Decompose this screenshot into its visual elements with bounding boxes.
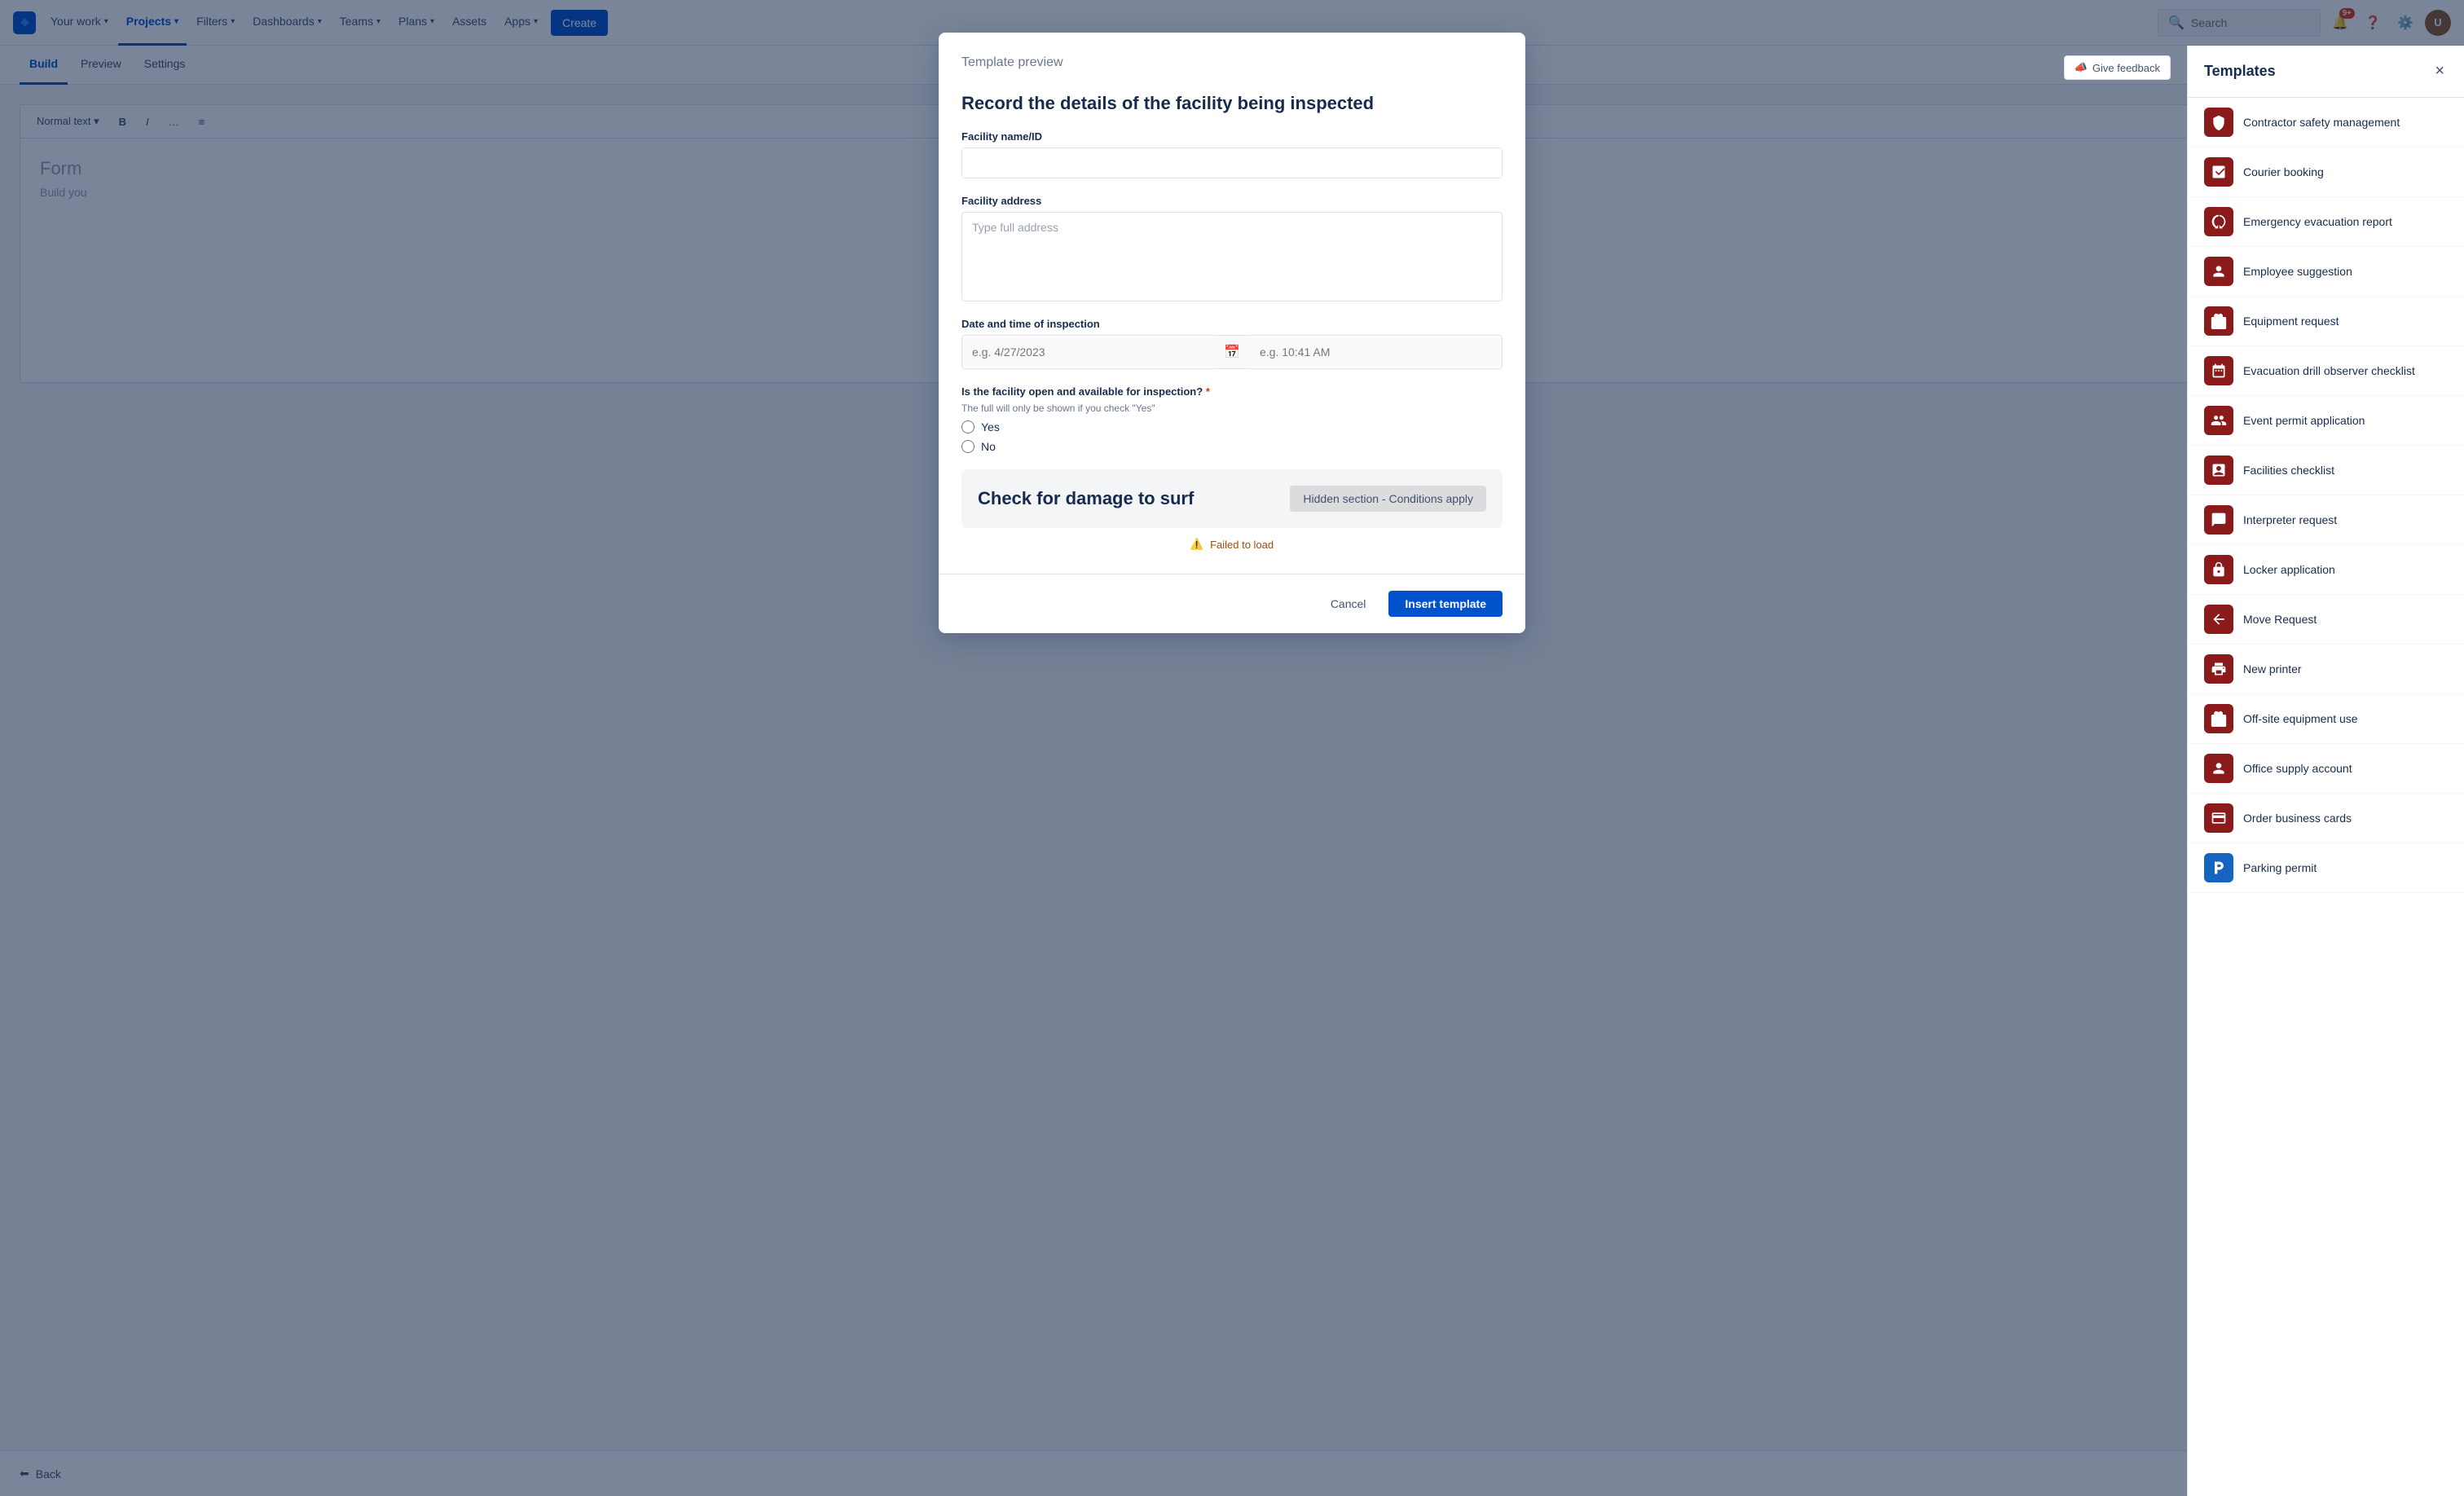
template-item-contractor-safety[interactable]: Contractor safety management	[2188, 98, 2464, 147]
datetime-row: 📅	[961, 335, 1503, 369]
modal-content: Record the details of the facility being…	[939, 93, 1525, 574]
facility-open-label: Is the facility open and available for i…	[961, 385, 1503, 398]
datetime-label: Date and time of inspection	[961, 318, 1503, 330]
template-item-new-printer[interactable]: New printer	[2188, 645, 2464, 694]
facility-address-container[interactable]: Type full address	[961, 212, 1503, 301]
required-indicator: *	[1206, 385, 1210, 398]
datetime-field: Date and time of inspection 📅	[961, 318, 1503, 369]
template-icon-evacuation-drill	[2204, 356, 2233, 385]
template-label-contractor-safety: Contractor safety management	[2243, 116, 2400, 129]
failed-load-indicator: ⚠️ Failed to load	[961, 538, 1503, 551]
template-icon-emergency-evacuation	[2204, 207, 2233, 236]
yes-radio[interactable]	[961, 420, 975, 433]
template-item-facilities-checklist[interactable]: Facilities checklist	[2188, 446, 2464, 495]
time-input[interactable]	[1250, 337, 1502, 367]
template-icon-courier-booking	[2204, 157, 2233, 187]
template-item-office-supply[interactable]: Office supply account	[2188, 744, 2464, 794]
template-icon-contractor-safety	[2204, 108, 2233, 137]
templates-header: Templates ×	[2188, 46, 2464, 98]
yes-option[interactable]: Yes	[961, 420, 1503, 433]
template-icon-off-site-equipment	[2204, 704, 2233, 733]
hidden-section: Check for damage to surf Hidden section …	[961, 469, 1503, 528]
template-icon-employee-suggestion	[2204, 257, 2233, 286]
facility-address-field: Facility address Type full address	[961, 195, 1503, 301]
templates-list: Contractor safety management Courier boo…	[2188, 98, 2464, 1496]
cancel-button[interactable]: Cancel	[1318, 591, 1379, 617]
template-preview-modal: Template preview Record the details of t…	[939, 33, 1525, 633]
template-icon-order-business-cards	[2204, 803, 2233, 833]
template-label-order-business-cards: Order business cards	[2243, 812, 2352, 825]
modal-section-title: Record the details of the facility being…	[961, 93, 1503, 114]
facility-name-label: Facility name/ID	[961, 130, 1503, 143]
facility-address-placeholder: Type full address	[972, 221, 1058, 234]
template-item-evacuation-drill[interactable]: Evacuation drill observer checklist	[2188, 346, 2464, 396]
give-feedback-button[interactable]: 📣 Give feedback	[2064, 55, 2171, 80]
template-icon-parking-permit	[2204, 853, 2233, 882]
templates-panel-title: Templates	[2204, 63, 2276, 80]
megaphone-icon: 📣	[2075, 61, 2088, 74]
no-radio[interactable]	[961, 440, 975, 453]
template-label-locker-application: Locker application	[2243, 563, 2335, 576]
template-item-order-business-cards[interactable]: Order business cards	[2188, 794, 2464, 843]
template-icon-office-supply	[2204, 754, 2233, 783]
template-icon-interpreter-request	[2204, 505, 2233, 535]
hidden-section-title: Check for damage to surf	[978, 488, 1283, 509]
template-label-interpreter-request: Interpreter request	[2243, 513, 2337, 526]
template-item-equipment-request[interactable]: Equipment request	[2188, 297, 2464, 346]
template-item-courier-booking[interactable]: Courier booking	[2188, 147, 2464, 197]
template-icon-locker-application	[2204, 555, 2233, 584]
template-label-office-supply: Office supply account	[2243, 762, 2352, 775]
no-option[interactable]: No	[961, 440, 1503, 453]
template-label-courier-booking: Courier booking	[2243, 165, 2324, 178]
date-input[interactable]	[962, 337, 1214, 367]
template-item-interpreter-request[interactable]: Interpreter request	[2188, 495, 2464, 545]
template-item-employee-suggestion[interactable]: Employee suggestion	[2188, 247, 2464, 297]
template-icon-new-printer	[2204, 654, 2233, 684]
template-label-move-request: Move Request	[2243, 613, 2317, 626]
templates-panel: Templates × Contractor safety management…	[2187, 46, 2464, 1496]
template-item-move-request[interactable]: Move Request	[2188, 595, 2464, 645]
facility-name-field: Facility name/ID	[961, 130, 1503, 178]
facility-name-input[interactable]	[961, 147, 1503, 178]
template-item-locker-application[interactable]: Locker application	[2188, 545, 2464, 595]
template-icon-event-permit	[2204, 406, 2233, 435]
template-label-off-site-equipment: Off-site equipment use	[2243, 712, 2358, 725]
template-item-event-permit[interactable]: Event permit application	[2188, 396, 2464, 446]
template-label-emergency-evacuation: Emergency evacuation report	[2243, 215, 2392, 228]
radio-hint: The full will only be shown if you check…	[961, 403, 1503, 414]
facility-open-field: Is the facility open and available for i…	[961, 385, 1503, 453]
template-label-equipment-request: Equipment request	[2243, 315, 2339, 328]
hidden-badge: Hidden section - Conditions apply	[1290, 486, 1486, 512]
modal-header: Template preview	[939, 33, 1525, 93]
template-item-emergency-evacuation[interactable]: Emergency evacuation report	[2188, 197, 2464, 247]
modal-footer: Cancel Insert template	[939, 574, 1525, 633]
modal-header-title: Template preview	[961, 55, 1503, 70]
template-label-new-printer: New printer	[2243, 662, 2302, 675]
template-item-off-site-equipment[interactable]: Off-site equipment use	[2188, 694, 2464, 744]
warning-icon: ⚠️	[1190, 538, 1203, 551]
insert-template-button[interactable]: Insert template	[1388, 591, 1503, 617]
template-icon-move-request	[2204, 605, 2233, 634]
yes-no-radio-group: Yes No	[961, 420, 1503, 453]
template-label-facilities-checklist: Facilities checklist	[2243, 464, 2334, 477]
template-icon-facilities-checklist	[2204, 455, 2233, 485]
close-templates-button[interactable]: ×	[2431, 59, 2448, 84]
facility-address-label: Facility address	[961, 195, 1503, 207]
template-item-parking-permit[interactable]: Parking permit	[2188, 843, 2464, 893]
template-label-parking-permit: Parking permit	[2243, 861, 2317, 874]
calendar-icon: 📅	[1214, 336, 1250, 368]
modal-overlay[interactable]: Template preview Record the details of t…	[0, 0, 2464, 1496]
template-label-employee-suggestion: Employee suggestion	[2243, 265, 2352, 278]
template-label-event-permit: Event permit application	[2243, 414, 2365, 427]
template-label-evacuation-drill: Evacuation drill observer checklist	[2243, 364, 2415, 377]
template-icon-equipment-request	[2204, 306, 2233, 336]
